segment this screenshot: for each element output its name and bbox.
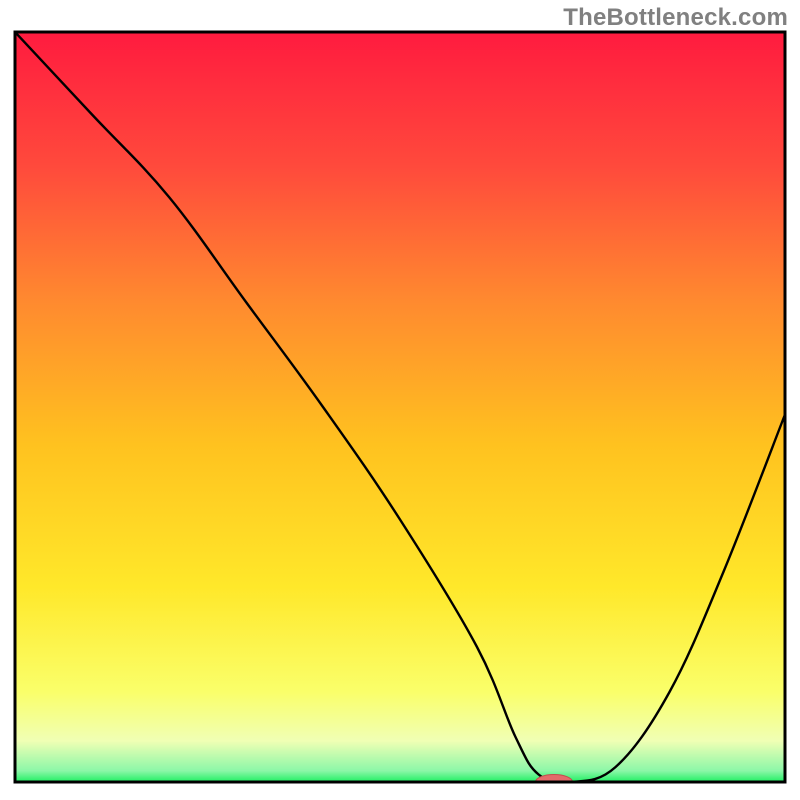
watermark-text: TheBottleneck.com (563, 4, 788, 32)
chart-container: TheBottleneck.com (0, 0, 800, 800)
bottleneck-chart (0, 0, 800, 800)
gradient-background (15, 32, 785, 782)
plot-area (15, 32, 785, 790)
